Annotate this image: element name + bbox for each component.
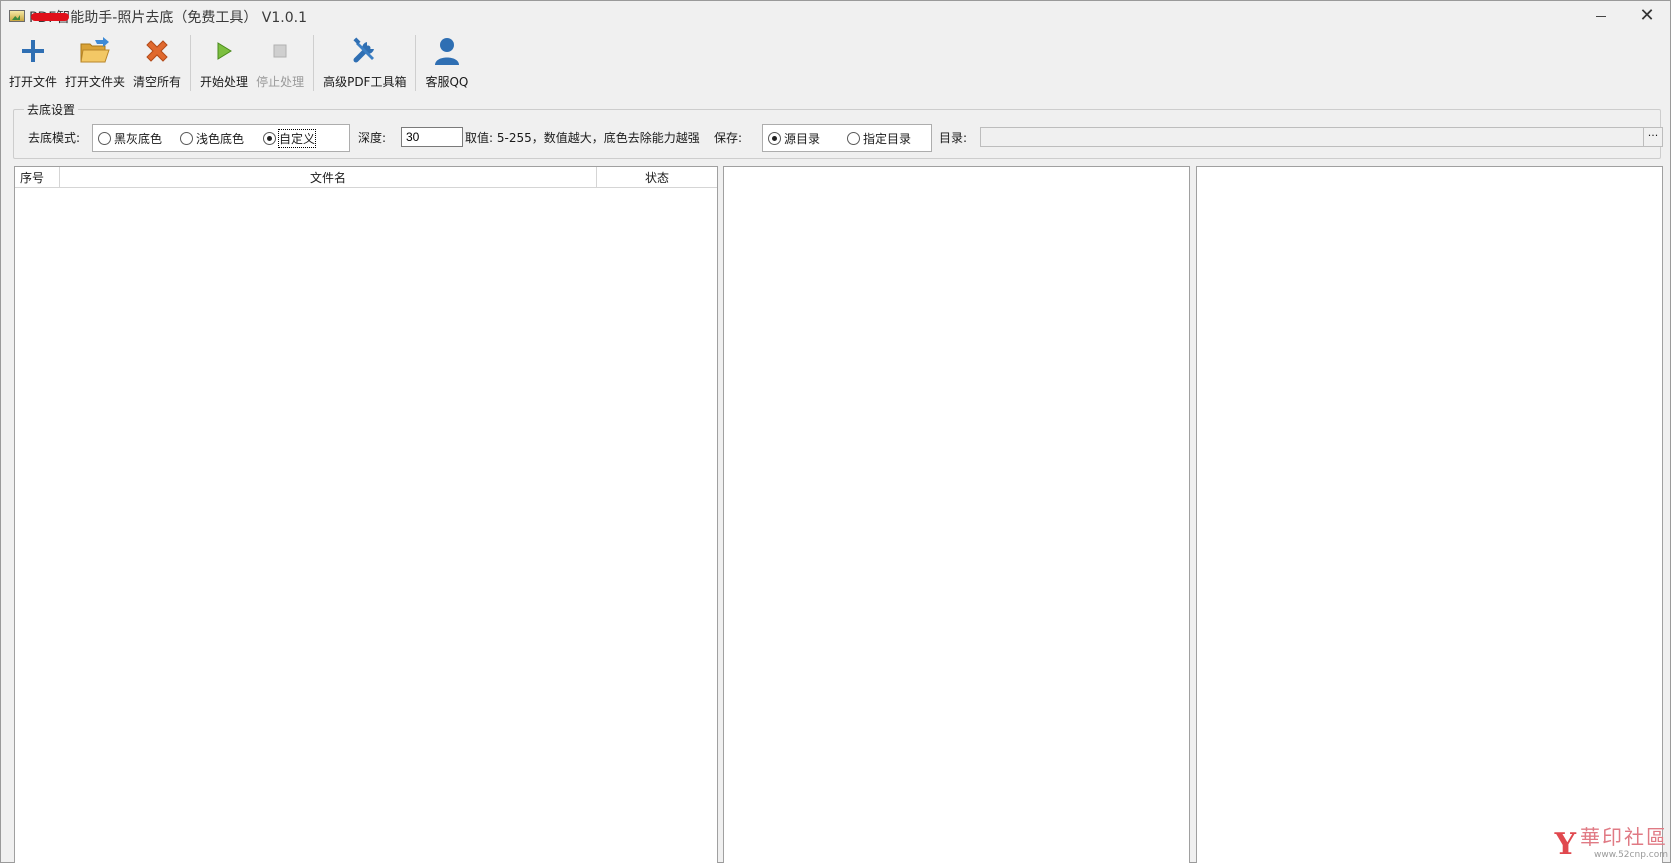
radio-icon [180,131,193,145]
column-header-status[interactable]: 状态 [597,167,717,188]
clear-all-button[interactable]: 清空所有 [129,33,185,93]
app-logo-icon [9,10,25,22]
original-preview-pane [723,166,1190,863]
toolbar-separator [415,35,417,91]
depth-input[interactable] [401,127,463,147]
mode-label-row: 去底模式: [28,127,80,147]
list-header: 序号 文件名 状态 [15,167,717,188]
result-preview-pane [1196,166,1663,863]
play-icon [208,35,240,67]
stop-process-button[interactable]: 停止处理 [252,33,308,93]
depth-label: 深度: [358,130,387,145]
site-watermark: Y 華印社區 www.52cnp.com [1555,821,1668,860]
settings-group-title: 去底设置 [24,101,79,118]
mode-radio-group: 黑灰底色 浅色底色 自定义 [92,124,350,152]
minimize-icon [1596,15,1606,17]
tools-icon [349,35,381,67]
support-qq-button[interactable]: 客服QQ [421,33,472,93]
radio-icon [847,131,860,145]
depth-hint-row: 取值: 5-255，数值越大，底色去除能力越强 [465,127,700,147]
support-qq-label: 客服QQ [425,75,469,89]
dir-label: 目录: [939,130,968,145]
depth-hint: 取值: 5-255，数值越大，底色去除能力越强 [465,130,700,145]
radio-selected-icon [263,131,276,145]
app-window: PDF智能助手-照片去底（免费工具） V1.0.1 ✕ 打开文件 打开文件夹 清… [0,0,1671,863]
folder-open-icon [79,35,111,67]
open-file-label: 打开文件 [9,75,58,89]
watermark-logo-icon: Y [1554,827,1576,862]
watermark-url: www.52cnp.com [1593,850,1668,860]
open-folder-button[interactable]: 打开文件夹 [61,33,129,93]
start-process-label: 开始处理 [200,75,249,89]
open-folder-label: 打开文件夹 [65,75,126,89]
window-title: PDF智能助手-照片去底（免费工具） V1.0.1 [29,10,307,26]
watermark-text-block: 華印社區 www.52cnp.com [1580,821,1668,860]
radio-icon [98,131,111,145]
toolbar-separator [313,35,315,91]
mode-label: 去底模式: [28,130,81,145]
start-process-button[interactable]: 开始处理 [196,33,252,93]
open-file-button[interactable]: 打开文件 [5,33,61,93]
save-label: 保存: [714,130,743,145]
mode-radio-black-gray[interactable]: 黑灰底色 [98,130,162,147]
mode-option-label: 浅色底色 [196,131,245,146]
mode-option-label: 黑灰底色 [114,131,163,146]
file-list[interactable]: 序号 文件名 状态 [14,166,718,863]
clear-x-icon [141,35,173,67]
title-bar: PDF智能助手-照片去底（免费工具） V1.0.1 ✕ [1,1,1670,31]
clear-all-label: 清空所有 [133,75,182,89]
mode-radio-custom[interactable]: 自定义 [263,128,317,148]
user-icon [431,35,463,67]
depth-label-row: 深度: [358,127,386,147]
save-option-label: 源目录 [784,131,821,146]
stop-icon [264,35,296,67]
browse-button[interactable]: ··· [1643,127,1663,147]
radio-selected-icon [768,131,781,145]
directory-field[interactable] [980,127,1654,147]
minimize-button[interactable] [1578,1,1624,31]
close-button[interactable]: ✕ [1624,1,1670,31]
dir-label-row: 目录: [939,127,967,147]
close-icon: ✕ [1639,5,1655,26]
toolbar-separator [190,35,192,91]
settings-group: 去底设置 去底模式: 黑灰底色 浅色底色 自定义 深度: 取值: 5-255，数… [13,101,1663,159]
save-radio-group: 源目录 指定目录 [762,124,932,152]
save-label-row: 保存: [714,127,742,147]
save-radio-custom[interactable]: 指定目录 [847,130,911,147]
save-option-label: 指定目录 [863,131,912,146]
stop-process-label: 停止处理 [256,75,305,89]
mode-radio-light[interactable]: 浅色底色 [180,130,244,147]
pdf-toolbox-button[interactable]: 高级PDF工具箱 [319,33,410,93]
redaction-mark [31,13,69,21]
plus-icon [17,35,49,67]
pdf-toolbox-label: 高级PDF工具箱 [323,75,407,89]
column-header-filename[interactable]: 文件名 [60,167,597,188]
watermark-text: 華印社區 [1580,825,1668,849]
mode-option-label: 自定义 [277,128,317,148]
save-radio-source[interactable]: 源目录 [768,130,820,147]
toolbar: 打开文件 打开文件夹 清空所有 开始处理 停止处理 高级PDF工具箱 客服QQ [5,33,472,93]
column-header-index[interactable]: 序号 [15,167,60,188]
